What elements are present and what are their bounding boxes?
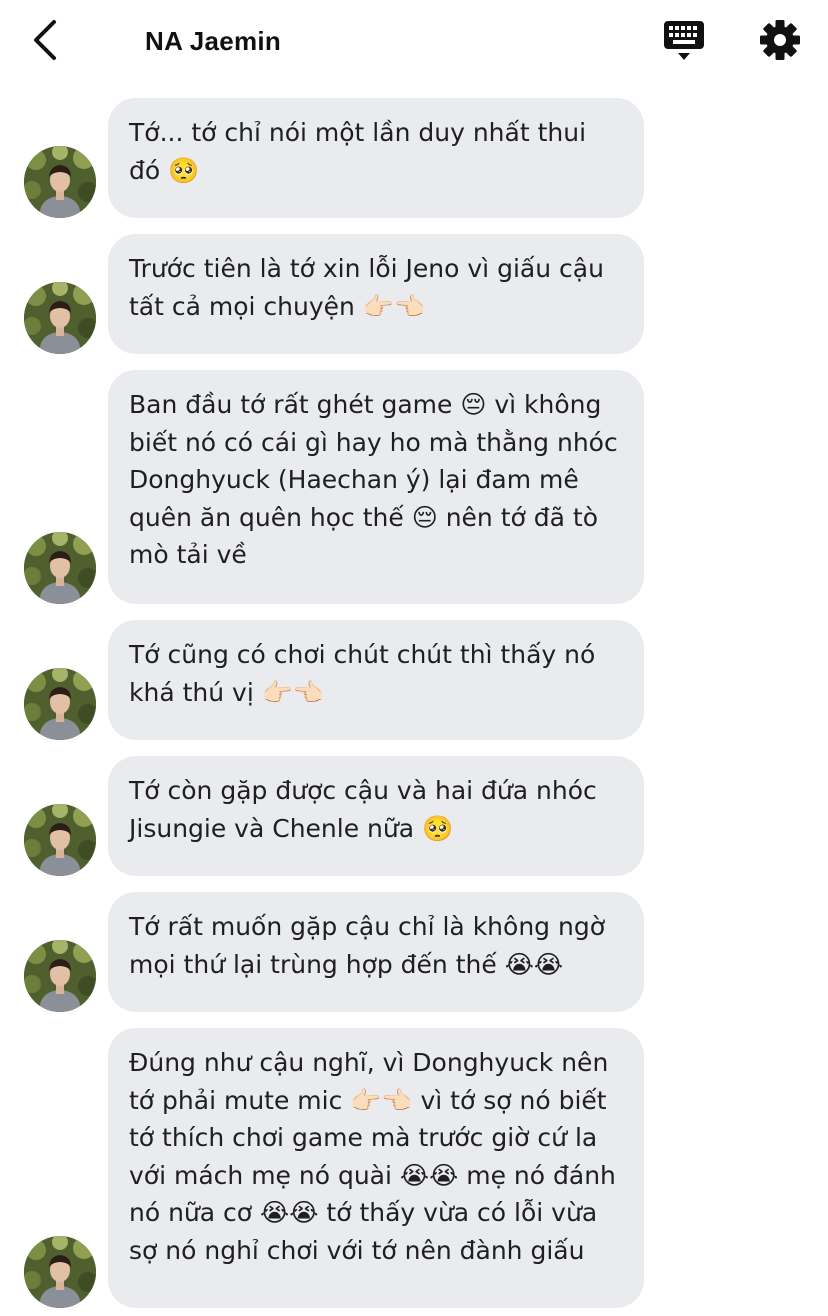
- avatar[interactable]: [24, 668, 96, 740]
- settings-button[interactable]: [756, 16, 804, 64]
- message-bubble[interactable]: Tớ cũng có chơi chút chút thì thấy nó kh…: [108, 620, 644, 740]
- avatar[interactable]: [24, 146, 96, 218]
- avatar-photo: [24, 1236, 96, 1308]
- avatar[interactable]: [24, 1236, 96, 1308]
- avatar[interactable]: [24, 940, 96, 1012]
- chat-title: NA Jaemin: [145, 26, 282, 56]
- avatar[interactable]: [24, 804, 96, 876]
- message-row: Ban đầu tớ rất ghét game 😔 vì không biết…: [0, 370, 828, 604]
- message-row: Trước tiên là tớ xin lỗi Jeno vì giấu cậ…: [0, 234, 828, 354]
- avatar-photo: [24, 804, 96, 876]
- avatar-photo: [24, 282, 96, 354]
- avatar-photo: [24, 146, 96, 218]
- avatar[interactable]: [24, 532, 96, 604]
- message-row: Tớ rất muốn gặp cậu chỉ là không ngờ mọi…: [0, 892, 828, 1012]
- avatar-photo: [24, 940, 96, 1012]
- avatar-photo: [24, 668, 96, 740]
- chevron-left-icon: [34, 20, 56, 60]
- gear-icon: [760, 20, 800, 60]
- message-bubble[interactable]: Ban đầu tớ rất ghét game 😔 vì không biết…: [108, 370, 644, 604]
- message-row: Tớ cũng có chơi chút chút thì thấy nó kh…: [0, 620, 828, 740]
- message-row: Tớ còn gặp được cậu và hai đứa nhóc Jisu…: [0, 756, 828, 876]
- message-bubble[interactable]: Tớ còn gặp được cậu và hai đứa nhóc Jisu…: [108, 756, 644, 876]
- chat-header: NA Jaemin: [0, 0, 828, 84]
- message-bubble[interactable]: Tớ rất muốn gặp cậu chỉ là không ngờ mọi…: [108, 892, 644, 1012]
- keyboard-button[interactable]: [660, 16, 708, 64]
- message-bubble[interactable]: Tớ... tớ chỉ nói một lần duy nhất thui đ…: [108, 98, 644, 218]
- message-bubble[interactable]: Đúng như cậu nghĩ, vì Donghyuck nên tớ p…: [108, 1028, 644, 1308]
- message-bubble[interactable]: Trước tiên là tớ xin lỗi Jeno vì giấu cậ…: [108, 234, 644, 354]
- message-row: Tớ... tớ chỉ nói một lần duy nhất thui đ…: [0, 98, 828, 218]
- avatar-photo: [24, 532, 96, 604]
- message-row: Đúng như cậu nghĩ, vì Donghyuck nên tớ p…: [0, 1028, 828, 1308]
- back-button[interactable]: [24, 18, 68, 62]
- avatar[interactable]: [24, 282, 96, 354]
- keyboard-icon: [664, 21, 704, 60]
